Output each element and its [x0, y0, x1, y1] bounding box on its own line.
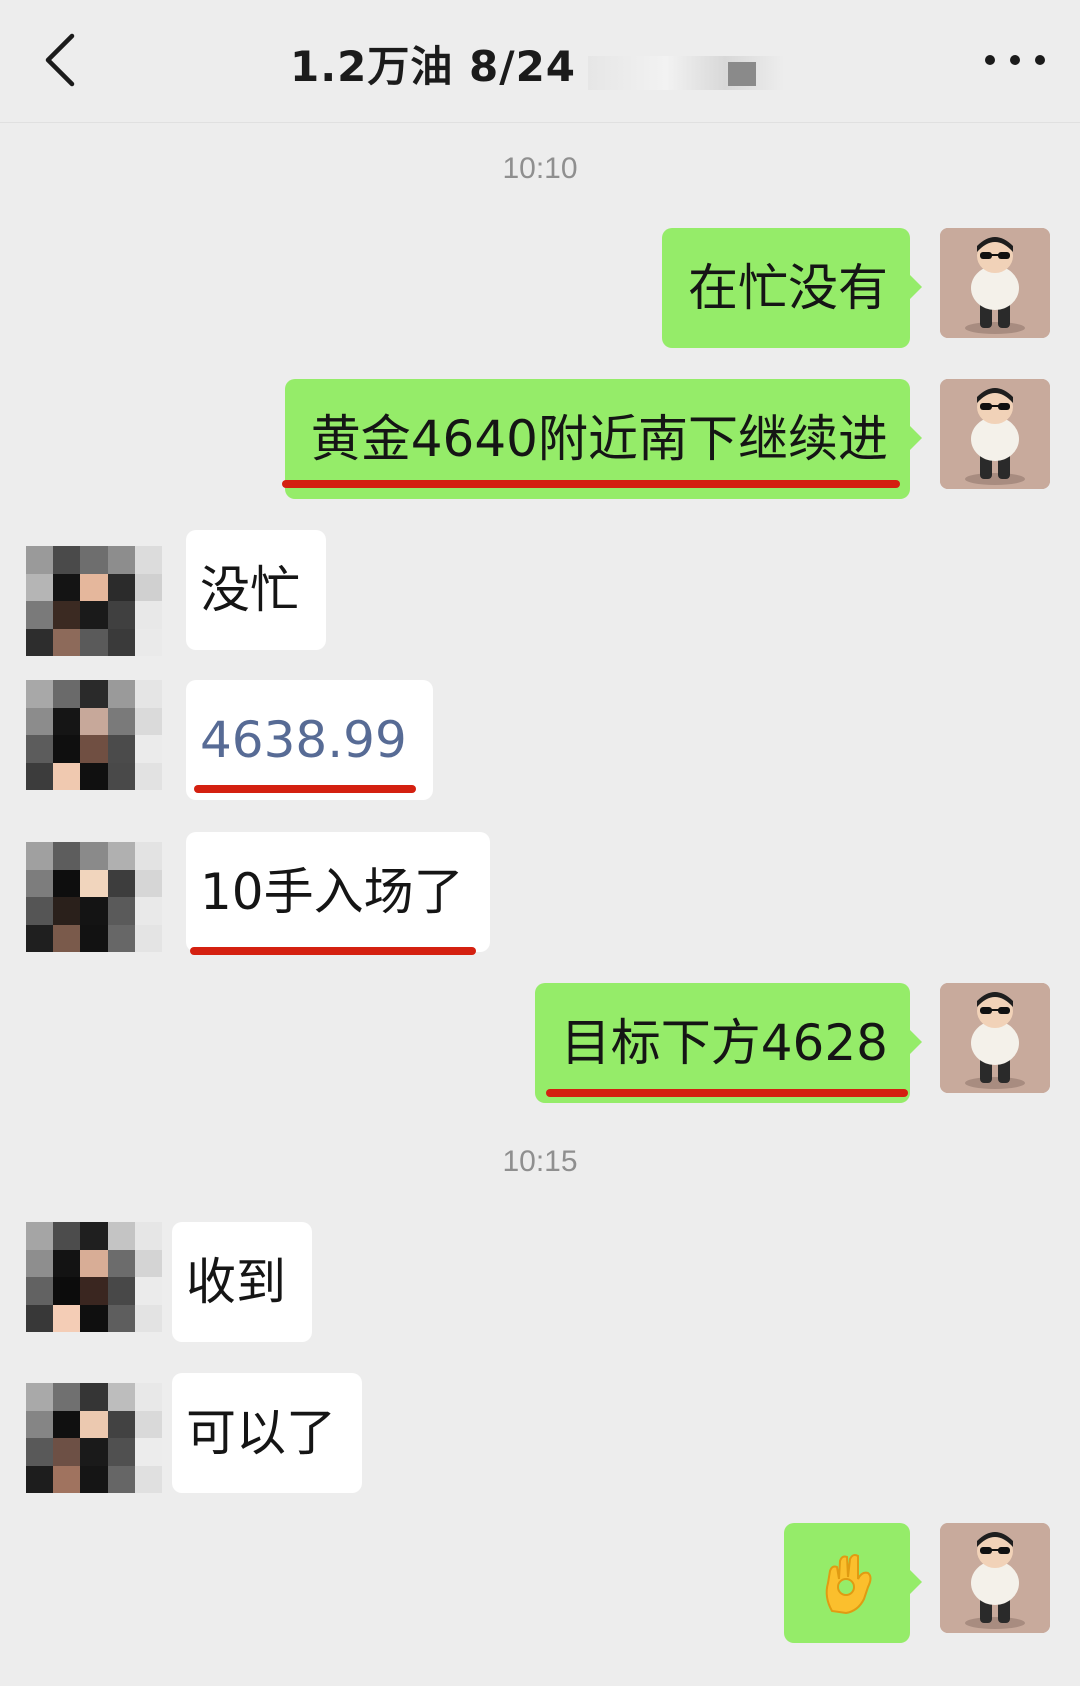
more-dots-icon: [985, 55, 1045, 65]
avatar-contact-pixelated[interactable]: [26, 842, 162, 952]
message-bubble-self[interactable]: 目标下方4628: [534, 983, 923, 1103]
message-bubble-self[interactable]: 在忙没有: [662, 228, 922, 348]
timestamp: 10:15: [502, 1145, 578, 1178]
message-bubble-self-emoji[interactable]: [784, 1523, 922, 1643]
more-button[interactable]: [980, 40, 1050, 80]
chat-title: 1.2万油 8/24: [290, 42, 577, 91]
chevron-left-icon: [45, 33, 75, 87]
red-underline: [194, 785, 416, 793]
title-redaction: [588, 56, 784, 90]
avatar-self[interactable]: [940, 379, 1050, 489]
red-underline: [282, 480, 900, 488]
avatar-contact-pixelated[interactable]: [26, 1383, 162, 1493]
message-bubble-contact[interactable]: 可以了: [172, 1373, 362, 1493]
chat-header: 1.2万油 8/24: [0, 0, 1080, 123]
avatar-contact-pixelated[interactable]: [26, 546, 162, 656]
red-underline: [546, 1089, 908, 1097]
message-bubble-contact[interactable]: 10手入场了: [186, 832, 490, 952]
avatar-contact-pixelated[interactable]: [26, 1222, 162, 1332]
message-bubble-contact[interactable]: 4638.99: [186, 680, 433, 800]
back-button[interactable]: [36, 28, 92, 92]
avatar-self[interactable]: [940, 1523, 1050, 1633]
message-bubble-contact[interactable]: 收到: [172, 1222, 312, 1342]
avatar-contact-pixelated[interactable]: [26, 680, 162, 790]
timestamp: 10:10: [502, 152, 578, 185]
cartoon-avatar-icon: [940, 1523, 1050, 1633]
cartoon-avatar-icon: [940, 228, 1050, 338]
cartoon-avatar-icon: [940, 379, 1050, 489]
message-bubble-contact[interactable]: 没忙: [186, 530, 326, 650]
avatar-self[interactable]: [940, 228, 1050, 338]
ok-hand-emoji-icon: [825, 1554, 872, 1615]
red-underline: [190, 947, 476, 955]
cartoon-avatar-icon: [940, 983, 1050, 1093]
avatar-self[interactable]: [940, 983, 1050, 1093]
